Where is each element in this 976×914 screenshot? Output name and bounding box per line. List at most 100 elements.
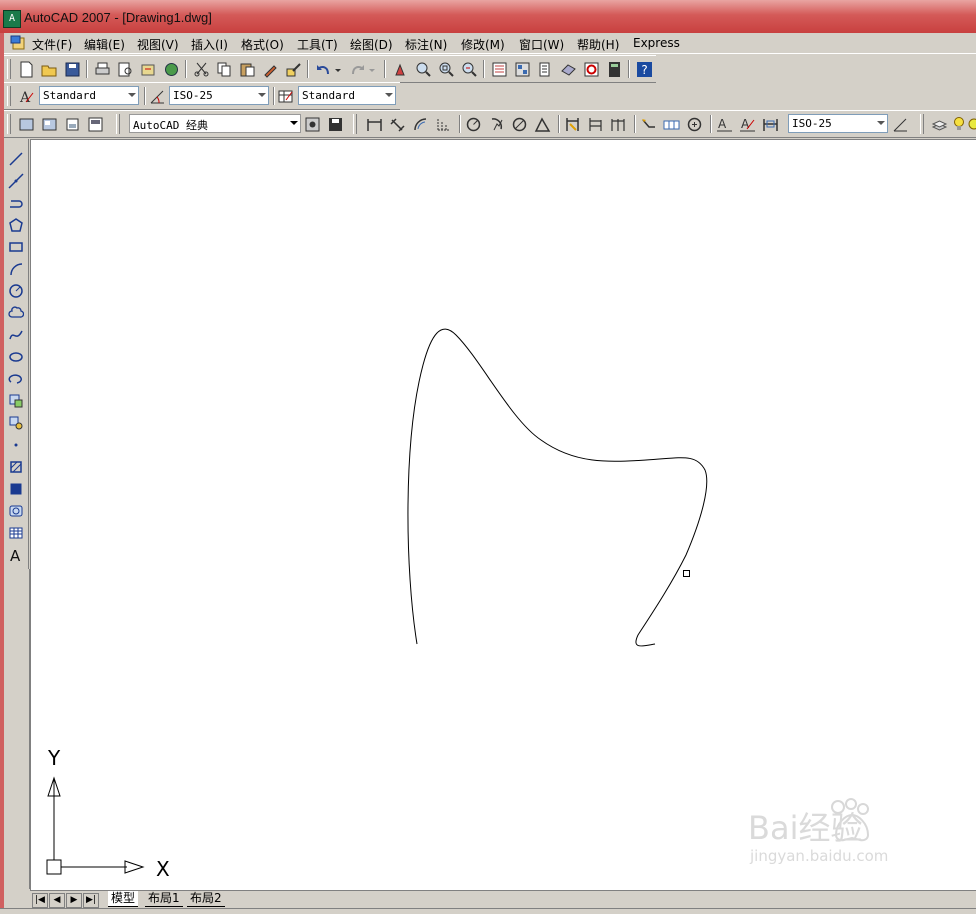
polyline-icon[interactable] — [6, 193, 26, 213]
baseline-dimension-icon[interactable] — [585, 114, 605, 134]
dimension-text-edit-icon[interactable]: A — [737, 114, 757, 134]
redo-dropdown-icon[interactable] — [366, 59, 378, 79]
next-tab-icon[interactable]: ▶ — [66, 893, 82, 908]
quick-dimension-icon[interactable] — [562, 114, 582, 134]
tolerance-icon[interactable] — [661, 114, 681, 134]
layer-freeze-icon[interactable] — [966, 114, 976, 134]
undo-dropdown-icon[interactable] — [332, 59, 344, 79]
layout-viewport-icon[interactable] — [39, 114, 59, 134]
layer-on-bulb-icon[interactable] — [952, 114, 966, 134]
save-icon[interactable] — [62, 59, 82, 79]
properties-icon[interactable] — [489, 59, 509, 79]
first-tab-icon[interactable]: |◀ — [32, 893, 48, 908]
table-style-select[interactable]: Standard — [298, 86, 396, 105]
arc-icon[interactable] — [6, 259, 26, 279]
zoom-window-icon[interactable] — [436, 59, 456, 79]
plot-preview-icon[interactable] — [115, 59, 135, 79]
polygon-icon[interactable] — [6, 215, 26, 235]
quick-leader-icon[interactable] — [638, 114, 658, 134]
paste-icon[interactable] — [237, 59, 257, 79]
dimension-style-manager-icon[interactable] — [890, 114, 910, 134]
tab-layout1[interactable]: 布局1 — [145, 891, 183, 907]
redo-icon[interactable] — [347, 59, 367, 79]
linear-dimension-icon[interactable] — [364, 114, 384, 134]
publish-icon[interactable] — [138, 59, 158, 79]
design-center-icon[interactable] — [512, 59, 532, 79]
menu-file[interactable]: 文件(F) — [32, 36, 72, 53]
workspace-select[interactable]: AutoCAD 经典 — [129, 114, 301, 133]
radius-dimension-icon[interactable] — [463, 114, 483, 134]
menu-modify[interactable]: 修改(M) — [461, 36, 505, 53]
rectangle-icon[interactable] — [6, 237, 26, 257]
ordinate-dimension-icon[interactable] — [433, 114, 453, 134]
publish-web-icon[interactable] — [161, 59, 181, 79]
autocad-app-icon[interactable]: A — [3, 10, 21, 28]
copy-icon[interactable] — [214, 59, 234, 79]
menu-window[interactable]: 窗口(W) — [519, 36, 564, 53]
layer-properties-icon[interactable] — [929, 114, 949, 134]
zoom-realtime-icon[interactable] — [413, 59, 433, 79]
page-setup-icon[interactable] — [62, 114, 82, 134]
aligned-dimension-icon[interactable] — [387, 114, 407, 134]
undo-icon[interactable] — [313, 59, 333, 79]
gradient-icon[interactable] — [6, 479, 26, 499]
open-icon[interactable] — [39, 59, 59, 79]
menu-format[interactable]: 格式(O) — [241, 36, 284, 53]
menu-view[interactable]: 视图(V) — [137, 36, 179, 53]
document-icon[interactable] — [10, 35, 26, 50]
dimension-update-icon[interactable] — [760, 114, 780, 134]
menu-help[interactable]: 帮助(H) — [577, 36, 619, 53]
ellipse-arc-icon[interactable] — [6, 369, 26, 389]
sheet-set-manager-icon[interactable] — [558, 59, 578, 79]
tab-model[interactable]: 模型 — [108, 891, 139, 907]
workspace-save-icon[interactable] — [325, 114, 345, 134]
diameter-dimension-icon[interactable] — [509, 114, 529, 134]
continue-dimension-icon[interactable] — [608, 114, 628, 134]
layout-icon[interactable] — [16, 114, 36, 134]
new-icon[interactable] — [16, 59, 36, 79]
toolbar-grip[interactable] — [7, 114, 11, 134]
angular-dimension-icon[interactable] — [532, 114, 552, 134]
menu-tools[interactable]: 工具(T) — [297, 36, 338, 53]
display-viewports-icon[interactable] — [85, 114, 105, 134]
menu-insert[interactable]: 插入(I) — [191, 36, 228, 53]
cut-icon[interactable] — [191, 59, 211, 79]
dimension-edit-icon[interactable]: A — [714, 114, 734, 134]
table-style-icon[interactable] — [275, 86, 295, 106]
prev-tab-icon[interactable]: ◀ — [49, 893, 65, 908]
toolbar-grip[interactable] — [920, 114, 924, 134]
workspace-settings-icon[interactable] — [302, 114, 322, 134]
text-style-icon[interactable]: A — [16, 86, 36, 106]
multiline-text-icon[interactable]: A — [6, 545, 26, 565]
spline-curve[interactable] — [407, 328, 708, 647]
hatch-icon[interactable] — [6, 457, 26, 477]
zoom-previous-icon[interactable] — [459, 59, 479, 79]
grip-box[interactable] — [683, 570, 690, 577]
center-mark-icon[interactable] — [684, 114, 704, 134]
region-icon[interactable] — [6, 501, 26, 521]
markup-set-manager-icon[interactable] — [581, 59, 601, 79]
make-block-icon[interactable] — [6, 413, 26, 433]
insert-block-icon[interactable] — [6, 391, 26, 411]
construction-line-icon[interactable] — [6, 171, 26, 191]
block-editor-icon[interactable] — [283, 59, 303, 79]
tab-layout2[interactable]: 布局2 — [187, 891, 225, 907]
arc-length-icon[interactable] — [410, 114, 430, 134]
toolbar-grip[interactable] — [7, 86, 11, 106]
menu-dimension[interactable]: 标注(N) — [405, 36, 447, 53]
toolbar-grip[interactable] — [7, 59, 11, 79]
tool-palettes-icon[interactable] — [535, 59, 555, 79]
menu-draw[interactable]: 绘图(D) — [350, 36, 393, 53]
table-icon[interactable] — [6, 523, 26, 543]
dimension-style-icon[interactable] — [147, 86, 167, 106]
help-icon[interactable]: ? — [634, 59, 654, 79]
jogged-dimension-icon[interactable] — [486, 114, 506, 134]
menu-edit[interactable]: 编辑(E) — [84, 36, 125, 53]
text-style-select[interactable]: Standard — [39, 86, 139, 105]
point-icon[interactable] — [6, 435, 26, 455]
toolbar-grip[interactable] — [116, 114, 120, 134]
drawing-area[interactable]: Y X Bai经验 jingyan.baidu.com — [30, 139, 976, 890]
circle-icon[interactable] — [6, 281, 26, 301]
dim-style-control[interactable]: ISO-25 — [788, 114, 888, 133]
menu-express[interactable]: Express — [633, 36, 680, 50]
